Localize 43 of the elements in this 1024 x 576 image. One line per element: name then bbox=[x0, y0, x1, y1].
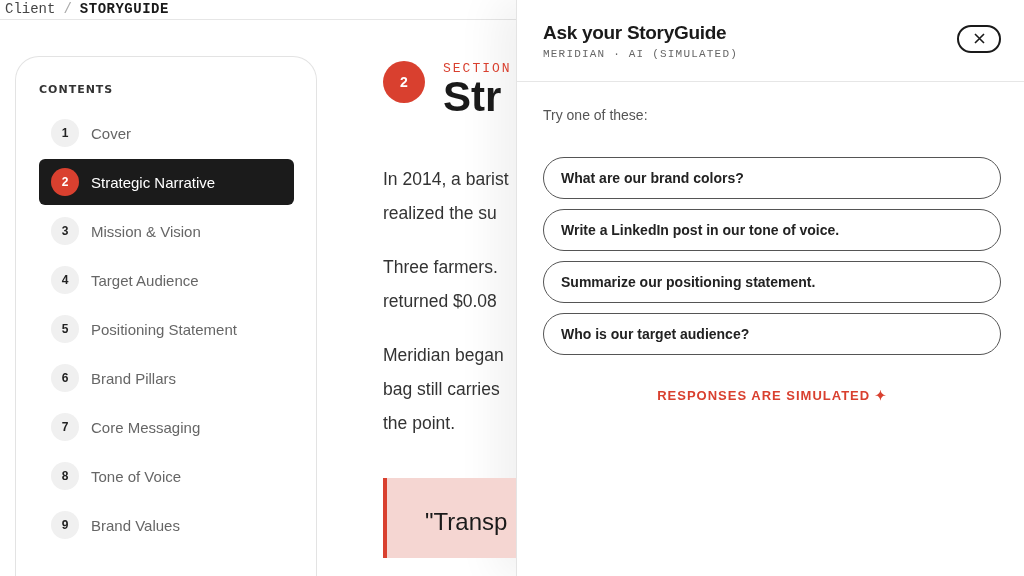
suggestion-button[interactable]: What are our brand colors? bbox=[543, 157, 1001, 199]
contents-item[interactable]: 5 Positioning Statement bbox=[39, 306, 294, 352]
item-number: 6 bbox=[51, 364, 79, 392]
item-number: 9 bbox=[51, 511, 79, 539]
item-number: 1 bbox=[51, 119, 79, 147]
item-number: 4 bbox=[51, 266, 79, 294]
paragraph-line: returned $0.08 bbox=[383, 290, 497, 313]
section-eyebrow: SECTION bbox=[443, 61, 512, 76]
contents-item[interactable]: 6 Brand Pillars bbox=[39, 355, 294, 401]
item-number: 3 bbox=[51, 217, 79, 245]
breadcrumb-separator: / bbox=[63, 0, 72, 17]
contents-item[interactable]: 3 Mission & Vision bbox=[39, 208, 294, 254]
close-icon bbox=[973, 33, 985, 44]
contents-item[interactable]: 9 Brand Values bbox=[39, 502, 294, 548]
panel-subtitle: MERIDIAN · AI (SIMULATED) bbox=[543, 47, 739, 60]
suggestion-button[interactable]: Who is our target audience? bbox=[543, 313, 1001, 355]
paragraph-line: Meridian began bbox=[383, 344, 504, 367]
breadcrumb-current: STORYGUIDE bbox=[79, 0, 169, 17]
contents-heading: CONTENTS bbox=[39, 83, 114, 96]
contents-item[interactable]: 8 Tone of Voice bbox=[39, 453, 294, 499]
contents-item[interactable]: 1 Cover bbox=[39, 110, 294, 156]
contents-item[interactable]: 7 Core Messaging bbox=[39, 404, 294, 450]
paragraph-line: Three farmers. bbox=[383, 256, 498, 279]
section-title: Str bbox=[443, 74, 502, 120]
paragraph-line: In 2014, a barist bbox=[383, 168, 509, 191]
contents-item[interactable]: 2 Strategic Narrative bbox=[39, 159, 294, 205]
item-number: 7 bbox=[51, 413, 79, 441]
close-button[interactable] bbox=[957, 24, 1001, 53]
suggestion-button[interactable]: Summarize our positioning statement. bbox=[543, 261, 1001, 303]
item-number: 2 bbox=[51, 168, 79, 196]
quote-text: "Transp bbox=[425, 508, 508, 536]
suggestion-button[interactable]: Write a LinkedIn post in our tone of voice. bbox=[543, 209, 1001, 251]
prompt-label: Try one of these: bbox=[543, 107, 648, 123]
paragraph-line: bag still carries bbox=[383, 378, 500, 401]
breadcrumb-link[interactable]: Client bbox=[5, 0, 56, 17]
item-number: 8 bbox=[51, 462, 79, 490]
item-number: 5 bbox=[51, 315, 79, 343]
simulated-note: RESPONSES ARE SIMULATED ✦ bbox=[657, 388, 887, 403]
paragraph-line: realized the su bbox=[383, 202, 497, 225]
paragraph-line: the point. bbox=[383, 412, 455, 435]
contents-item[interactable]: 4 Target Audience bbox=[39, 257, 294, 303]
panel-title: Ask your StoryGuide bbox=[543, 21, 727, 44]
section-number: 2 bbox=[383, 61, 425, 103]
